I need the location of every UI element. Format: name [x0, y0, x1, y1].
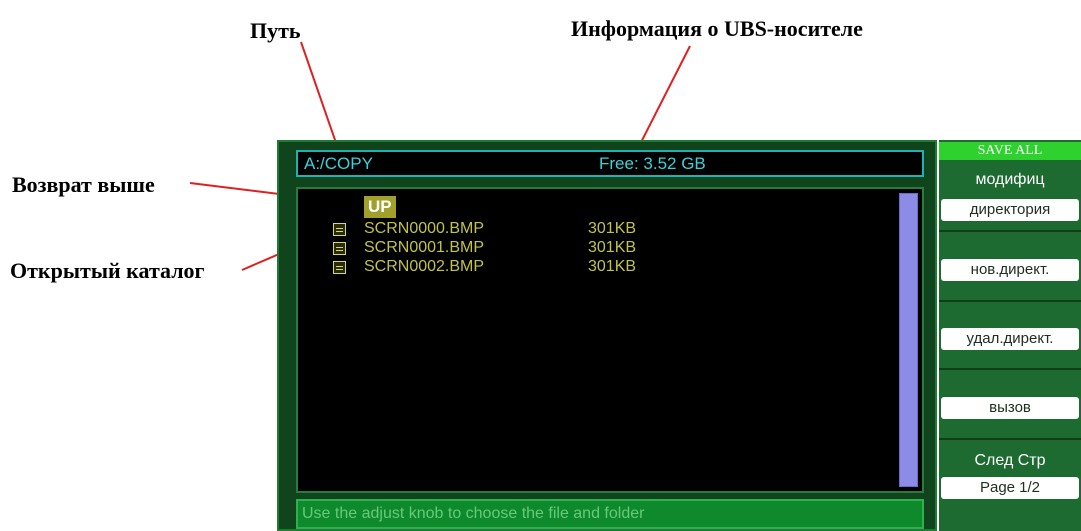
softkey-recall-button[interactable]: вызов — [941, 397, 1079, 419]
annotation-usb-info: Информация о UBS-носителе — [571, 16, 863, 41]
file-browser-screen: A:/COPY Free: 3.52 GB UP SCRN0000.BMP 30… — [277, 140, 937, 531]
annotation-open-dir: Открытый каталог — [10, 258, 205, 283]
softkey-modify-button[interactable]: директория — [941, 199, 1079, 221]
softkey-next-page-title: След Стр — [974, 452, 1046, 469]
file-icon — [333, 242, 346, 255]
softkey-delete-dir-button[interactable]: удал.директ. — [941, 328, 1079, 350]
usb-free-space: Free: 3.52 GB — [599, 154, 706, 173]
file-size: 301KB — [588, 239, 637, 256]
current-path: A:/COPY — [304, 154, 373, 173]
softkey-divider — [939, 368, 1081, 370]
annotation-back-up: Возврат выше — [12, 172, 155, 197]
softkey-divider — [939, 300, 1081, 302]
file-list[interactable]: UP SCRN0000.BMP 301KB SCRN0001.BMP 301KB… — [296, 187, 924, 493]
list-item[interactable]: SCRN0002.BMP 301KB — [298, 258, 878, 276]
softkey-next-page-button[interactable]: Page 1/2 — [941, 477, 1079, 499]
up-directory-item[interactable]: UP — [364, 196, 396, 218]
path-bar: A:/COPY Free: 3.52 GB — [296, 150, 924, 177]
list-item[interactable]: SCRN0001.BMP 301KB — [298, 239, 878, 257]
scrollbar[interactable] — [899, 193, 918, 487]
softkey-header: SAVE ALL — [939, 142, 1081, 160]
file-icon — [333, 223, 346, 236]
softkey-modify-title: модифиц — [975, 171, 1045, 188]
softkey-divider — [939, 230, 1081, 232]
file-name: SCRN0001.BMP — [364, 239, 485, 256]
file-name: SCRN0000.BMP — [364, 220, 485, 237]
status-message: Use the adjust knob to choose the file a… — [296, 499, 924, 529]
list-item[interactable]: SCRN0000.BMP 301KB — [298, 220, 878, 238]
annotation-path: Путь — [250, 18, 301, 43]
file-name: SCRN0002.BMP — [364, 258, 485, 275]
softkey-menu: SAVE ALL модифиц директория нов.директ. … — [939, 140, 1081, 531]
file-icon — [333, 261, 346, 274]
softkey-new-dir-button[interactable]: нов.директ. — [941, 259, 1079, 281]
file-size: 301KB — [588, 220, 637, 237]
softkey-divider — [939, 438, 1081, 440]
file-size: 301KB — [588, 258, 637, 275]
